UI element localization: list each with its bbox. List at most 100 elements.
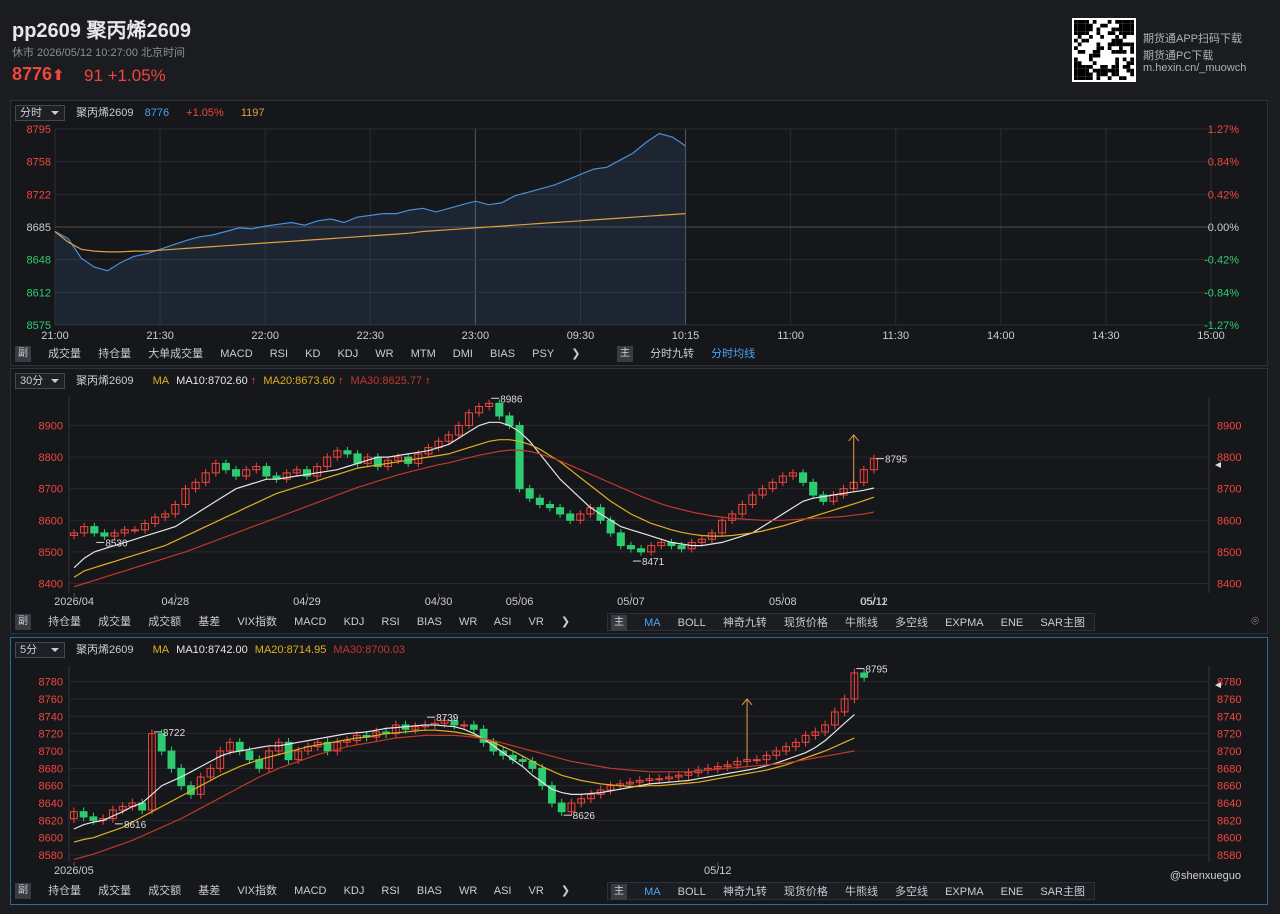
qr-module: [1130, 50, 1134, 54]
tab-item[interactable]: BIAS: [417, 885, 442, 897]
tab-item[interactable]: 神奇九转: [723, 886, 767, 898]
candle-body: [90, 526, 99, 534]
y-tick-label-right: 8600: [1217, 515, 1241, 527]
tab-item[interactable]: 成交额: [148, 616, 181, 628]
tab-item[interactable]: SAR主图: [1040, 886, 1085, 898]
tab-item-active[interactable]: MA: [644, 617, 661, 629]
x-tick-label: 14:30: [1092, 330, 1120, 342]
candle-body: [262, 466, 271, 477]
qr-module: [1092, 68, 1097, 73]
tab-item[interactable]: WR: [459, 616, 477, 628]
tab-item[interactable]: SAR主图: [1040, 617, 1085, 629]
tab-item[interactable]: KDJ: [344, 616, 365, 628]
tab-item[interactable]: 现货价格: [784, 617, 828, 629]
tab-item[interactable]: 成交量: [98, 885, 131, 897]
chevron-right-icon[interactable]: ❯: [561, 616, 570, 628]
tab-item[interactable]: ENE: [1001, 617, 1024, 629]
tab-item[interactable]: MACD: [294, 616, 326, 628]
tab-item[interactable]: BIAS: [417, 616, 442, 628]
qr-module: [1077, 42, 1082, 47]
tab-item[interactable]: 持仓量: [48, 885, 81, 897]
qr-module: [1107, 68, 1112, 73]
y-tick-label: 8575: [27, 320, 51, 332]
tab-item[interactable]: VIX指数: [237, 616, 277, 628]
tab-item[interactable]: ENE: [1001, 886, 1024, 898]
kline-5min-chart[interactable]: 8780 87808760 87608740 87408720 87208700 8700…: [11, 638, 1269, 906]
tab-item[interactable]: PSY: [532, 348, 554, 360]
qr-module: [1126, 23, 1131, 28]
kline-30min-chart[interactable]: 8900 89008800 88008700 87008600 86008500 8500…: [11, 369, 1269, 635]
tab-item[interactable]: RSI: [270, 348, 288, 360]
qr-module: [1126, 68, 1131, 73]
last-price: 8776⬆: [12, 64, 65, 84]
tab-item[interactable]: 成交额: [148, 885, 181, 897]
tab-item[interactable]: KDJ: [337, 348, 358, 360]
tab-item[interactable]: ASI: [494, 616, 512, 628]
chevron-right-icon[interactable]: ❯: [561, 885, 570, 897]
tab-item[interactable]: BOLL: [678, 617, 706, 629]
tab-item[interactable]: KDJ: [344, 885, 365, 897]
tab-item[interactable]: WR: [375, 348, 393, 360]
tab-item[interactable]: VR: [529, 885, 544, 897]
qr-module: [1100, 46, 1104, 50]
x-tick-label: 10:15: [672, 330, 700, 342]
candle-body: [556, 507, 565, 515]
tab-item[interactable]: BIAS: [490, 348, 515, 360]
tab-item[interactable]: MTM: [411, 348, 436, 360]
tab-item[interactable]: 持仓量: [48, 616, 81, 628]
intraday-chart[interactable]: 21:00 21:30 22:00 22:30 23:00 09:30 10:15 11:00…: [11, 101, 1269, 367]
y-tick-label: 8685: [27, 222, 51, 234]
qr-module: [1104, 68, 1108, 73]
tab-item[interactable]: 大单成交量: [148, 348, 203, 360]
tab-item[interactable]: 持仓量: [98, 348, 131, 360]
annotation-label: 8795: [865, 665, 888, 676]
qr-module: [1122, 20, 1127, 24]
tab-item-active[interactable]: 分时均线: [711, 348, 755, 360]
x-tick-label: 11:00: [777, 330, 804, 342]
tab-item[interactable]: EXPMA: [945, 886, 984, 898]
sub-chart-icon: 副: [15, 614, 31, 630]
tab-item[interactable]: 牛熊线: [845, 617, 878, 629]
candle-body: [518, 759, 527, 762]
qr-module: [1096, 31, 1101, 35]
qr-module: [1081, 72, 1086, 77]
tab-item[interactable]: 多空线: [895, 617, 928, 629]
tab-item-active[interactable]: MA: [644, 886, 661, 898]
qr-module: [1107, 31, 1112, 35]
tab-item[interactable]: VR: [529, 616, 544, 628]
tab-item[interactable]: MACD: [220, 348, 252, 360]
tab-item[interactable]: 基差: [198, 616, 220, 628]
qr-module: [1115, 20, 1119, 24]
qr-module: [1081, 68, 1086, 73]
tab-item[interactable]: BOLL: [678, 886, 706, 898]
x-tick-label: 05/07: [617, 596, 645, 608]
tab-item[interactable]: MACD: [294, 885, 326, 897]
tab-item[interactable]: WR: [459, 885, 477, 897]
tab-item[interactable]: 神奇九转: [723, 617, 767, 629]
x-tick-label: 23:00: [462, 330, 490, 342]
pct-tick-label: -0.42%: [1204, 255, 1239, 267]
tab-item[interactable]: 分时九转: [650, 348, 694, 360]
tab-item[interactable]: RSI: [381, 616, 399, 628]
y-tick-label-right: 8640: [1217, 798, 1241, 810]
candle-body: [343, 450, 352, 455]
candle-body: [548, 785, 556, 804]
tab-item[interactable]: RSI: [381, 885, 399, 897]
tab-item[interactable]: 多空线: [895, 886, 928, 898]
tab-item[interactable]: 成交量: [98, 616, 131, 628]
location-pin-icon[interactable]: ⌾: [1251, 613, 1259, 629]
tab-item[interactable]: 基差: [198, 885, 220, 897]
annotation-label: 8722: [163, 728, 186, 739]
tab-item[interactable]: VIX指数: [237, 885, 277, 897]
chevron-right-icon[interactable]: ❯: [571, 348, 580, 360]
candle-body: [245, 750, 254, 761]
tab-item[interactable]: EXPMA: [945, 617, 984, 629]
qr-module: [1130, 68, 1134, 73]
tab-item[interactable]: KD: [305, 348, 320, 360]
tab-item[interactable]: 成交量: [48, 348, 81, 360]
tab-item[interactable]: ASI: [494, 885, 512, 897]
qr-module: [1107, 46, 1112, 50]
tab-item[interactable]: 现货价格: [784, 886, 828, 898]
tab-item[interactable]: DMI: [453, 348, 473, 360]
tab-item[interactable]: 牛熊线: [845, 886, 878, 898]
